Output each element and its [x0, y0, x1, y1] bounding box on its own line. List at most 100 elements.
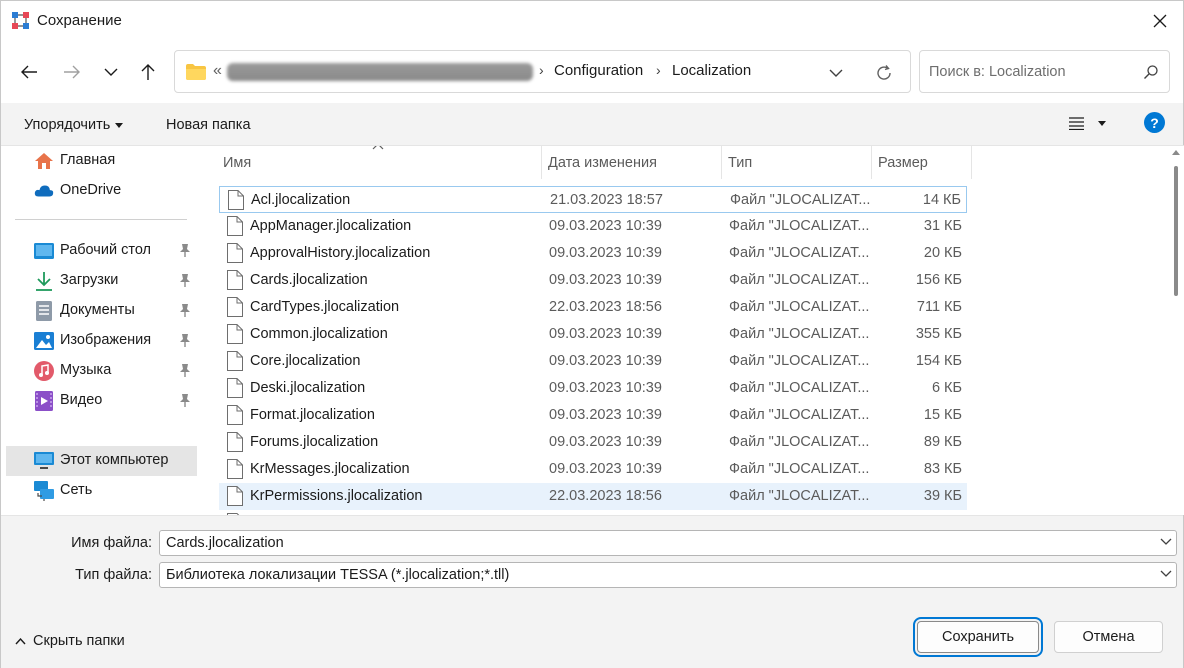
- sidebar-item-video[interactable]: Видео: [6, 386, 197, 416]
- breadcrumb-separator[interactable]: ›: [656, 62, 661, 78]
- scroll-up-icon[interactable]: [1172, 150, 1180, 155]
- address-bar[interactable]: « › Configuration › Localization: [174, 50, 911, 93]
- file-icon: [228, 190, 244, 210]
- sidebar-item-home[interactable]: Главная: [6, 146, 197, 176]
- file-row[interactable]: ApprovalHistory.jlocalization 09.03.2023 …: [219, 240, 967, 267]
- sidebar-item-label: Видео: [60, 392, 103, 408]
- column-header-name[interactable]: Имя: [217, 146, 542, 179]
- view-options-button[interactable]: [1069, 117, 1106, 130]
- pin-icon[interactable]: [179, 393, 191, 407]
- hide-folders-toggle[interactable]: Скрыть папки: [15, 633, 125, 649]
- up-button[interactable]: [135, 59, 161, 85]
- file-row[interactable]: Deski.jlocalization 09.03.2023 10:39 Файл …: [219, 375, 967, 402]
- cancel-button[interactable]: Отмена: [1054, 621, 1163, 653]
- file-type: Файл "JLOCALIZAT...: [729, 461, 870, 477]
- file-type: Файл "JLOCALIZAT...: [730, 192, 871, 208]
- file-name[interactable]: Core.jlocalization: [250, 353, 360, 369]
- pin-icon[interactable]: [179, 363, 191, 377]
- file-name[interactable]: Cards.jlocalization: [250, 272, 368, 288]
- redacted-path: [227, 63, 533, 81]
- filename-field[interactable]: Cards.jlocalization: [159, 530, 1177, 556]
- organize-button[interactable]: Упорядочить: [24, 117, 124, 133]
- address-overflow[interactable]: «: [213, 62, 222, 80]
- file-date: 09.03.2023 10:39: [549, 326, 662, 342]
- sidebar-item-network[interactable]: Сеть: [6, 476, 197, 506]
- file-name[interactable]: Acl.jlocalization: [251, 192, 350, 208]
- file-row[interactable]: Core.jlocalization 09.03.2023 10:39 Файл "…: [219, 348, 967, 375]
- column-header-size[interactable]: Размер: [872, 146, 972, 179]
- file-row[interactable]: Common.jlocalization 09.03.2023 10:39 Файл…: [219, 321, 967, 348]
- file-date: 21.03.2023 18:57: [550, 192, 663, 208]
- refresh-icon: [877, 65, 891, 80]
- sidebar-item-desktop[interactable]: Рабочий стол: [6, 236, 197, 266]
- sidebar-item-downloads[interactable]: Загрузки: [6, 266, 197, 296]
- save-button[interactable]: Сохранить: [913, 617, 1043, 657]
- search-box[interactable]: [919, 50, 1170, 93]
- hide-folders-label: Скрыть папки: [33, 633, 125, 649]
- scrollbar-thumb[interactable]: [1174, 166, 1178, 296]
- file-size: 14 КБ: [922, 192, 961, 208]
- vertical-scrollbar[interactable]: [1167, 146, 1184, 515]
- caret-down-icon: [1098, 121, 1106, 126]
- forward-button[interactable]: [59, 59, 85, 85]
- back-button[interactable]: [16, 59, 42, 85]
- help-button[interactable]: ?: [1144, 112, 1165, 133]
- chevron-down-icon[interactable]: [1160, 537, 1172, 545]
- file-name[interactable]: CardTypes.jlocalization: [250, 299, 399, 315]
- sidebar-item-onedrive[interactable]: OneDrive: [6, 176, 197, 206]
- file-row[interactable]: Cards.jlocalization 09.03.2023 10:39 Файл …: [219, 267, 967, 294]
- close-button[interactable]: [1137, 1, 1183, 41]
- documents-icon: [34, 301, 54, 321]
- file-row[interactable]: Forums.jlocalization 09.03.2023 10:39 Файл…: [219, 429, 967, 456]
- search-icon[interactable]: [1143, 64, 1159, 80]
- close-icon: [1153, 14, 1167, 28]
- breadcrumb-localization[interactable]: Localization: [672, 62, 751, 79]
- file-row[interactable]: Acl.jlocalization 21.03.2023 18:57 Файл "J…: [219, 186, 967, 213]
- save-dialog: Сохранение « › Configuration › Localizat…: [0, 0, 1184, 668]
- new-folder-button[interactable]: Новая папка: [166, 117, 251, 133]
- breadcrumb-separator[interactable]: ›: [539, 62, 544, 78]
- file-size: 15 КБ: [923, 407, 962, 423]
- filename-value[interactable]: Cards.jlocalization: [166, 535, 284, 551]
- file-name[interactable]: KrMessages.jlocalization: [250, 461, 410, 477]
- pin-icon[interactable]: [179, 333, 191, 347]
- pin-icon[interactable]: [179, 303, 191, 317]
- file-row[interactable]: KrPermissions.jlocalization 22.03.2023 18…: [219, 483, 967, 510]
- file-row[interactable]: CardTypes.jlocalization 22.03.2023 18:56 Ф…: [219, 294, 967, 321]
- file-row[interactable]: KrMessages.jlocalization 09.03.2023 10:39…: [219, 456, 967, 483]
- sidebar-item-label: Этот компьютер: [60, 452, 169, 468]
- sidebar-item-label: Рабочий стол: [60, 242, 152, 258]
- file-name[interactable]: Deski.jlocalization: [250, 380, 365, 396]
- chevron-down-icon[interactable]: [1160, 569, 1172, 577]
- file-name[interactable]: KrPermissions.jlocalization: [250, 488, 422, 504]
- file-date: 22.03.2023 18:56: [549, 488, 662, 504]
- sidebar-item-documents[interactable]: Документы: [6, 296, 197, 326]
- breadcrumb-configuration[interactable]: Configuration: [554, 62, 643, 79]
- file-size: 31 КБ: [923, 218, 962, 234]
- file-name[interactable]: AppManager.jlocalization: [250, 218, 411, 234]
- sidebar-item-label: OneDrive: [60, 182, 122, 198]
- address-history-button[interactable]: [825, 63, 847, 83]
- file-row[interactable]: AppManager.jlocalization 09.03.2023 10:39…: [219, 213, 967, 240]
- file-name[interactable]: Format.jlocalization: [250, 407, 375, 423]
- column-header-date[interactable]: Дата изменения: [542, 146, 722, 179]
- file-name[interactable]: Forums.jlocalization: [250, 434, 378, 450]
- column-header-type[interactable]: Тип: [722, 146, 872, 179]
- pin-icon[interactable]: [179, 273, 191, 287]
- refresh-button[interactable]: [871, 61, 897, 85]
- file-name[interactable]: Common.jlocalization: [250, 326, 388, 342]
- sidebar-item-music[interactable]: Музыка: [6, 356, 197, 386]
- file-date: 09.03.2023 10:39: [549, 380, 662, 396]
- sidebar-item-pictures[interactable]: Изображения: [6, 326, 197, 356]
- file-name[interactable]: ApprovalHistory.jlocalization: [250, 245, 430, 261]
- filetype-select[interactable]: Библиотека локализации TESSA (*.jlocaliz…: [159, 562, 1177, 588]
- recent-locations-button[interactable]: [98, 59, 124, 85]
- file-icon: [227, 432, 243, 452]
- sidebar-item-this-pc[interactable]: Этот компьютер: [6, 446, 197, 476]
- download-icon: [34, 271, 54, 291]
- save-form: Имя файла: Cards.jlocalization Тип файла…: [1, 515, 1183, 668]
- search-input[interactable]: [929, 61, 1129, 83]
- file-row[interactable]: Format.jlocalization 09.03.2023 10:39 Файл…: [219, 402, 967, 429]
- filetype-value[interactable]: Библиотека локализации TESSA (*.jlocaliz…: [166, 567, 509, 583]
- pin-icon[interactable]: [179, 243, 191, 257]
